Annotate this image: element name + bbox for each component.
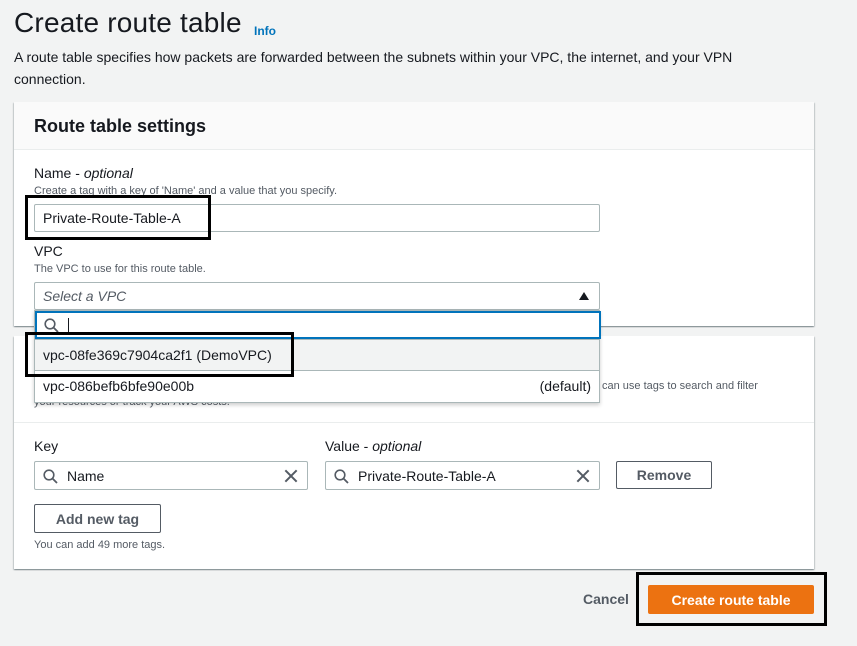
info-link[interactable]: Info	[254, 24, 276, 38]
tag-value-value: Private-Route-Table-A	[358, 467, 496, 484]
route-table-settings-panel: Route table settings Name - optional Cre…	[14, 102, 814, 326]
clear-key-icon[interactable]	[284, 469, 298, 483]
search-icon	[334, 469, 349, 484]
vpc-field-label: VPC	[34, 243, 63, 259]
vpc-option-label: vpc-08fe369c7904ca2f1 (DemoVPC)	[43, 347, 272, 363]
clear-value-icon[interactable]	[576, 469, 590, 483]
panel-title: Route table settings	[34, 116, 207, 136]
add-new-tag-button[interactable]: Add new tag	[34, 504, 161, 533]
divider	[14, 422, 814, 423]
tag-key-input[interactable]: Name	[34, 461, 308, 490]
tags-remaining: You can add 49 more tags.	[34, 539, 166, 551]
vpc-select-placeholder: Select a VPC	[43, 288, 127, 304]
cancel-button[interactable]: Cancel	[583, 591, 629, 607]
page-title: Create route table	[14, 7, 242, 38]
name-label: Name	[34, 165, 72, 181]
caret-up-icon	[579, 292, 589, 300]
value-label: Value	[325, 438, 360, 454]
tags-hint-right: can use tags to search and filter	[602, 380, 758, 392]
vpc-field-description: The VPC to use for this route table.	[34, 263, 206, 275]
vpc-option-default-tag: (default)	[539, 378, 591, 394]
search-icon	[43, 469, 58, 484]
remove-tag-button[interactable]: Remove	[616, 461, 712, 489]
value-field-label: Value - optional	[325, 438, 422, 454]
page-description: A route table specifies how packets are …	[14, 49, 733, 87]
name-input[interactable]: Private-Route-Table-A	[34, 204, 600, 232]
name-optional: optional	[83, 165, 133, 181]
vpc-option[interactable]: vpc-086befb6bfe90e00b (default)	[35, 370, 599, 402]
value-optional: optional	[372, 438, 422, 454]
text-cursor	[68, 318, 69, 333]
name-field-description: Create a tag with a key of 'Name' and a …	[34, 185, 337, 197]
name-field-label: Name - optional	[34, 165, 133, 181]
search-icon	[44, 318, 59, 333]
create-route-table-button[interactable]: Create route table	[648, 585, 814, 614]
tag-key-value: Name	[67, 467, 105, 484]
vpc-select[interactable]: Select a VPC	[34, 282, 600, 310]
key-label: Key	[34, 438, 59, 454]
vpc-search-input[interactable]	[35, 311, 601, 339]
vpc-option[interactable]: vpc-08fe369c7904ca2f1 (DemoVPC)	[35, 339, 599, 371]
tag-value-input[interactable]: Private-Route-Table-A	[325, 461, 600, 490]
vpc-option-label: vpc-086befb6bfe90e00b	[43, 378, 195, 394]
vpc-dropdown-menu: vpc-08fe369c7904ca2f1 (DemoVPC) vpc-086b…	[34, 310, 601, 403]
panel-header: Route table settings	[14, 102, 814, 150]
